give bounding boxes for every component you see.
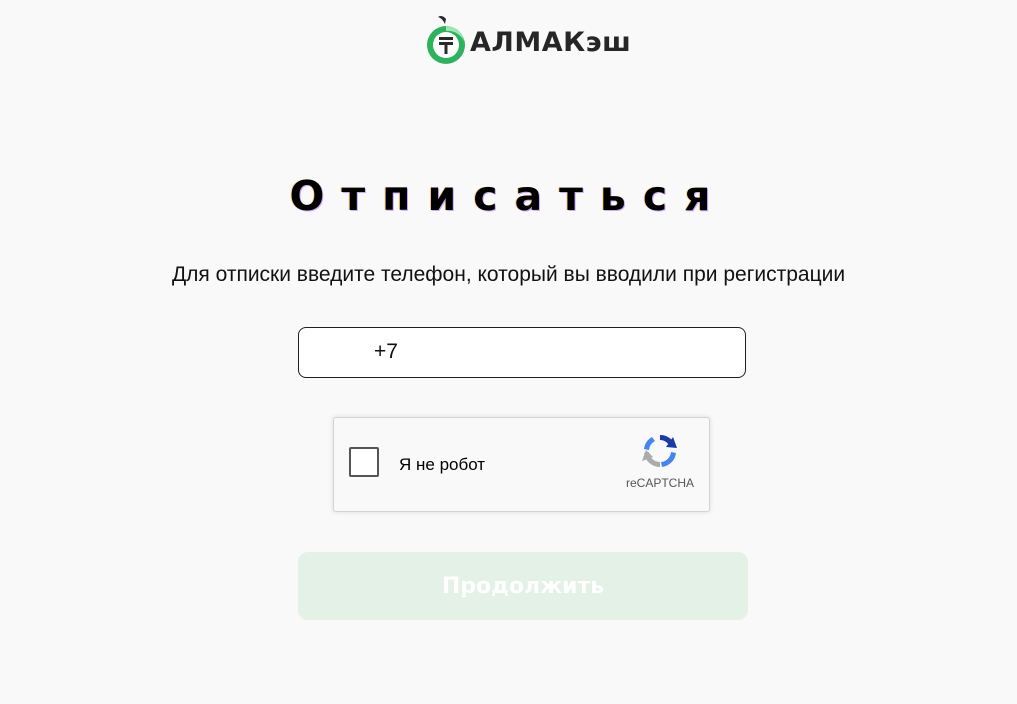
phone-field bbox=[298, 327, 746, 378]
recaptcha-label: Я не робот bbox=[399, 455, 486, 474]
page-title: Отписаться bbox=[289, 172, 728, 220]
phone-input[interactable] bbox=[299, 328, 745, 377]
recaptcha-brand: reCAPTCHA bbox=[625, 476, 694, 490]
recaptcha-icon bbox=[642, 434, 677, 468]
brand-name: АЛМАКэш bbox=[470, 26, 632, 58]
recaptcha-checkbox[interactable] bbox=[349, 447, 379, 477]
brand-logo[interactable]: АЛМАКэш bbox=[426, 14, 631, 66]
tenge-apple-logo-icon bbox=[427, 15, 465, 64]
page-subtitle: Для отписки введите телефон, который вы … bbox=[171, 263, 846, 286]
unsubscribe-page: АЛМАКэш Отписаться Для отписки введите т… bbox=[0, 0, 1017, 704]
continue-button[interactable]: Продолжить bbox=[298, 552, 748, 620]
recaptcha-widget: Я не робот reCAPTCHA bbox=[333, 417, 710, 512]
